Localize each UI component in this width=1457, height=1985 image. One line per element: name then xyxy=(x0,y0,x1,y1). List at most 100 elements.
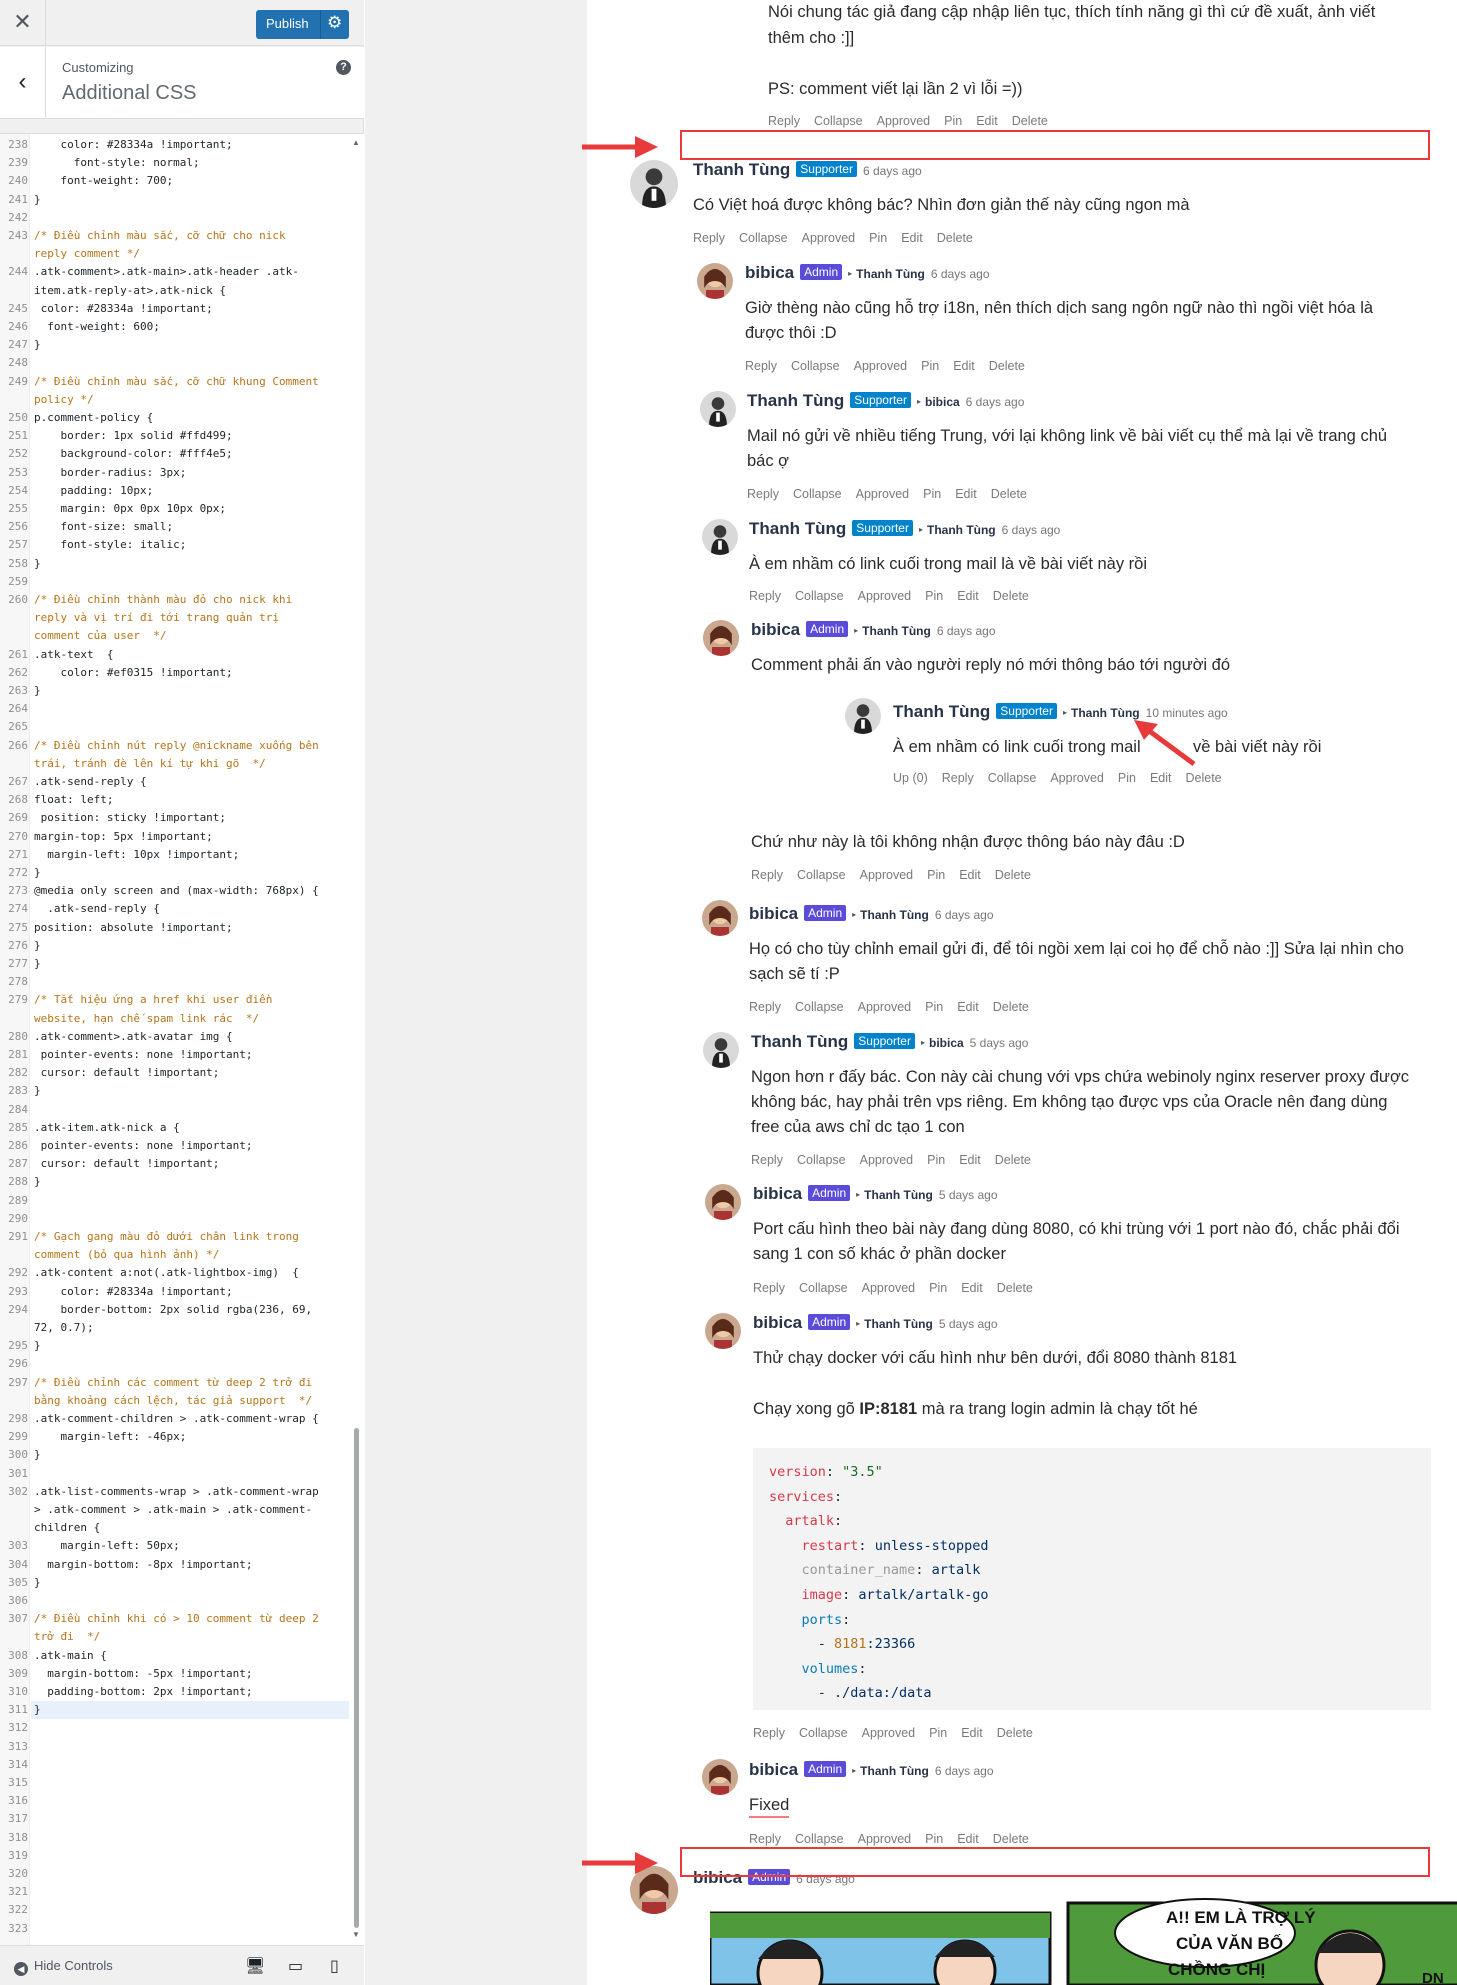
collapse-action[interactable]: Collapse xyxy=(988,771,1037,785)
comment-author[interactable]: Thanh Tùng xyxy=(751,1032,848,1051)
code-line[interactable]: /* Tắt hiệu ứng a href khi user điền xyxy=(34,993,346,1007)
collapse-icon[interactable]: ◀ xyxy=(14,1962,28,1976)
delete-action[interactable]: Delete xyxy=(993,589,1029,603)
code-line[interactable]: .atk-send-reply { xyxy=(34,775,346,789)
comment-author[interactable]: Thanh Tùng xyxy=(749,519,846,538)
css-code-editor[interactable]: 238 239 240 241 242 243 244 245 246 247 248 249 250 2… xyxy=(0,133,364,1945)
approved-action[interactable]: Approved xyxy=(877,114,931,128)
reply-action[interactable]: Reply xyxy=(693,231,725,245)
code-line[interactable]: .atk-main { xyxy=(34,1649,346,1663)
reply-to-name[interactable]: Thanh Tùng xyxy=(860,1764,929,1778)
code-line[interactable]: /* Điều chỉnh nút reply @nickname xuống … xyxy=(34,739,346,753)
code-line[interactable]: } xyxy=(34,684,346,698)
close-customizer-button[interactable]: ✕ xyxy=(0,0,46,46)
delete-action[interactable]: Delete xyxy=(995,1153,1031,1167)
code-line[interactable]: margin-bottom: -5px !important; xyxy=(34,1667,346,1681)
code-line[interactable]: .atk-comment>.atk-main>.atk-header .atk- xyxy=(34,265,346,279)
code-line[interactable]: .atk-list-comments-wrap > .atk-comment-w… xyxy=(34,1485,346,1499)
edit-action[interactable]: Edit xyxy=(959,1153,981,1167)
code-line[interactable]: > .atk-comment > .atk-main > .atk-commen… xyxy=(34,1503,346,1517)
code-line[interactable]: .atk-content a:not(.atk-lightbox-img) { xyxy=(34,1266,346,1280)
code-line[interactable]: .atk-comment-children > .atk-comment-wra… xyxy=(34,1412,346,1426)
pin-action[interactable]: Pin xyxy=(927,1153,945,1167)
collapse-action[interactable]: Collapse xyxy=(791,359,840,373)
reply-to-name[interactable]: Thanh Tùng xyxy=(927,523,996,537)
pin-action[interactable]: Pin xyxy=(925,1000,943,1014)
pin-action[interactable]: Pin xyxy=(925,589,943,603)
gear-icon[interactable]: ⚙ xyxy=(327,13,342,33)
code-line[interactable]: .atk-comment>.atk-avatar img { xyxy=(34,1030,346,1044)
delete-action[interactable]: Delete xyxy=(989,359,1025,373)
edit-action[interactable]: Edit xyxy=(959,868,981,882)
pin-action[interactable]: Pin xyxy=(923,487,941,501)
code-line[interactable]: } xyxy=(34,557,346,571)
reply-action[interactable]: Reply xyxy=(747,487,779,501)
reply-action[interactable]: Reply xyxy=(749,1832,781,1846)
help-icon[interactable]: ? xyxy=(336,60,351,75)
code-line[interactable]: font-style: normal; xyxy=(34,156,346,170)
code-line[interactable]: cursor: default !important; xyxy=(34,1066,346,1080)
publish-button[interactable]: Publish ⚙ xyxy=(256,10,349,39)
code-line[interactable]: font-weight: 700; xyxy=(34,174,346,188)
code-line[interactable]: bằng khoảng cách lệch, tác giả support *… xyxy=(34,1394,346,1408)
reply-to-name[interactable]: bibica xyxy=(929,1036,964,1050)
hide-controls-label[interactable]: Hide Controls xyxy=(34,1958,113,1973)
delete-action[interactable]: Delete xyxy=(997,1726,1033,1740)
comment-author[interactable]: bibica xyxy=(751,620,800,639)
code-line[interactable]: /* Điều chỉnh thành màu đỏ cho nick khi xyxy=(34,593,346,607)
approved-action[interactable]: Approved xyxy=(862,1726,916,1740)
pin-action[interactable]: Pin xyxy=(944,114,962,128)
reply-to-name[interactable]: Thanh Tùng xyxy=(862,624,931,638)
comment-author[interactable]: bibica xyxy=(749,904,798,923)
delete-action[interactable]: Delete xyxy=(1185,771,1221,785)
approved-action[interactable]: Approved xyxy=(862,1281,916,1295)
code-line[interactable]: margin-left: 10px !important; xyxy=(34,848,346,862)
collapse-action[interactable]: Collapse xyxy=(799,1281,848,1295)
code-line[interactable]: padding: 10px; xyxy=(34,484,346,498)
collapse-action[interactable]: Collapse xyxy=(795,1000,844,1014)
desktop-preview-icon[interactable]: 🖥 xyxy=(245,1956,265,1976)
code-line[interactable]: website, hạn chế spam link rác */ xyxy=(34,1012,346,1026)
code-line[interactable]: border-bottom: 2px solid rgba(236, 69, xyxy=(34,1303,346,1317)
comment-author[interactable]: Thanh Tùng xyxy=(893,702,990,721)
code-line[interactable]: trở đi */ xyxy=(34,1630,346,1644)
approved-action[interactable]: Approved xyxy=(856,487,910,501)
reply-action[interactable]: Reply xyxy=(768,114,800,128)
code-line[interactable]: /* Điều chỉnh khi có > 10 comment từ dee… xyxy=(34,1612,346,1626)
approved-action[interactable]: Approved xyxy=(860,868,914,882)
code-line[interactable]: background-color: #fff4e5; xyxy=(34,447,346,461)
edit-action[interactable]: Edit xyxy=(957,1000,979,1014)
code-line[interactable]: } xyxy=(34,939,346,953)
delete-action[interactable]: Delete xyxy=(997,1281,1033,1295)
collapse-action[interactable]: Collapse xyxy=(799,1726,848,1740)
approved-action[interactable]: Approved xyxy=(858,1832,912,1846)
approved-action[interactable]: Approved xyxy=(854,359,908,373)
code-line[interactable]: margin-bottom: -8px !important; xyxy=(34,1558,346,1572)
code-line[interactable]: reply comment */ xyxy=(34,247,346,261)
reply-to-name[interactable]: Thanh Tùng xyxy=(856,267,925,281)
pin-action[interactable]: Pin xyxy=(921,359,939,373)
approved-action[interactable]: Approved xyxy=(858,589,912,603)
collapse-action[interactable]: Collapse xyxy=(793,487,842,501)
comment-author[interactable]: bibica xyxy=(753,1184,802,1203)
code-line[interactable]: position: absolute !important; xyxy=(34,921,346,935)
code-line[interactable]: } xyxy=(34,1084,346,1098)
code-line[interactable]: item.atk-reply-at>.atk-nick { xyxy=(34,284,346,298)
reply-to-name[interactable]: Thanh Tùng xyxy=(864,1188,933,1202)
delete-action[interactable]: Delete xyxy=(993,1832,1029,1846)
code-line[interactable]: } xyxy=(34,866,346,880)
up-action[interactable]: Up (0) xyxy=(893,771,928,785)
code-line[interactable]: } xyxy=(34,957,346,971)
code-line[interactable]: .atk-send-reply { xyxy=(34,902,346,916)
comment-author[interactable]: bibica xyxy=(753,1313,802,1332)
code-line[interactable]: position: sticky !important; xyxy=(34,811,346,825)
code-line[interactable]: color: #28334a !important; xyxy=(34,138,346,152)
pin-action[interactable]: Pin xyxy=(929,1281,947,1295)
code-line[interactable]: cursor: default !important; xyxy=(34,1157,346,1171)
pin-action[interactable]: Pin xyxy=(1118,771,1136,785)
editor-scrollbar[interactable]: ▲ ▼ xyxy=(351,138,361,1939)
code-line[interactable]: } xyxy=(34,1448,346,1462)
reply-to-name[interactable]: Thanh Tùng xyxy=(860,908,929,922)
code-line[interactable]: comment (bỏ qua hình ảnh) */ xyxy=(34,1248,346,1262)
scroll-down-icon[interactable]: ▼ xyxy=(352,1930,360,1939)
